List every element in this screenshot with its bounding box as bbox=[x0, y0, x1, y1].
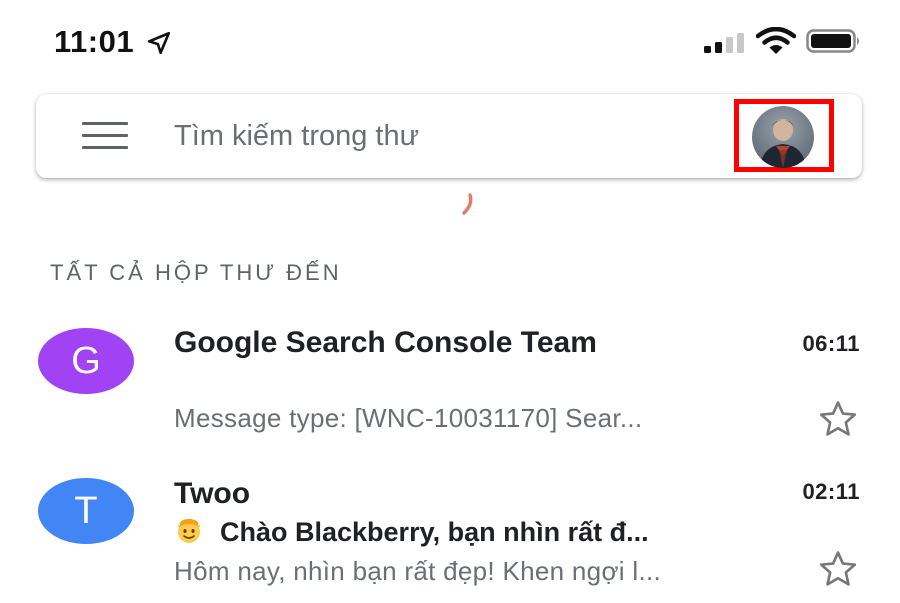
email-snippet: Hôm nay, nhìn bạn rất đẹp! Khen ngợi l..… bbox=[174, 556, 662, 586]
sender-avatar: G bbox=[38, 328, 134, 394]
cellular-signal-icon bbox=[704, 33, 744, 53]
sender-avatar: T bbox=[38, 478, 134, 544]
account-avatar-image bbox=[752, 106, 814, 168]
sender-avatar-letter: G bbox=[71, 340, 101, 382]
account-avatar[interactable] bbox=[752, 106, 814, 168]
smiling-face-emoji-icon bbox=[178, 519, 200, 543]
battery-icon bbox=[806, 29, 859, 53]
gmail-inbox-screen: 11:01 Tìm kiếm trong thư TẤT CẢ HỘP THƯ … bbox=[0, 0, 900, 603]
status-time: 11:01 bbox=[54, 24, 135, 59]
email-sender: Twoo bbox=[174, 477, 251, 510]
email-snippet: Message type: [WNC-10031170] Sear... bbox=[174, 403, 643, 433]
location-arrow-icon bbox=[147, 31, 171, 55]
star-icon[interactable] bbox=[816, 548, 860, 590]
search-bar bbox=[36, 94, 862, 178]
email-row[interactable]: T Twoo 02:11 Chào Blackberry, bạn nhìn r… bbox=[0, 472, 900, 603]
star-icon[interactable] bbox=[816, 398, 860, 440]
email-row[interactable]: G Google Search Console Team 06:11 Messa… bbox=[0, 320, 900, 446]
email-time: 02:11 bbox=[802, 479, 860, 504]
email-subject: Chào Blackberry, bạn nhìn rất đ... bbox=[174, 515, 649, 549]
status-bar: 11:01 bbox=[0, 0, 900, 86]
search-input[interactable] bbox=[174, 112, 714, 160]
section-header: TẤT CẢ HỘP THƯ ĐẾN bbox=[50, 260, 342, 285]
refresh-spinner-icon bbox=[462, 193, 473, 215]
email-sender: Google Search Console Team bbox=[174, 326, 597, 359]
email-subject-text: Chào Blackberry, bạn nhìn rất đ... bbox=[220, 517, 649, 547]
email-time: 06:11 bbox=[802, 331, 860, 356]
wifi-icon bbox=[756, 27, 796, 54]
hamburger-menu-icon[interactable] bbox=[82, 122, 128, 150]
sender-avatar-letter: T bbox=[74, 490, 98, 532]
